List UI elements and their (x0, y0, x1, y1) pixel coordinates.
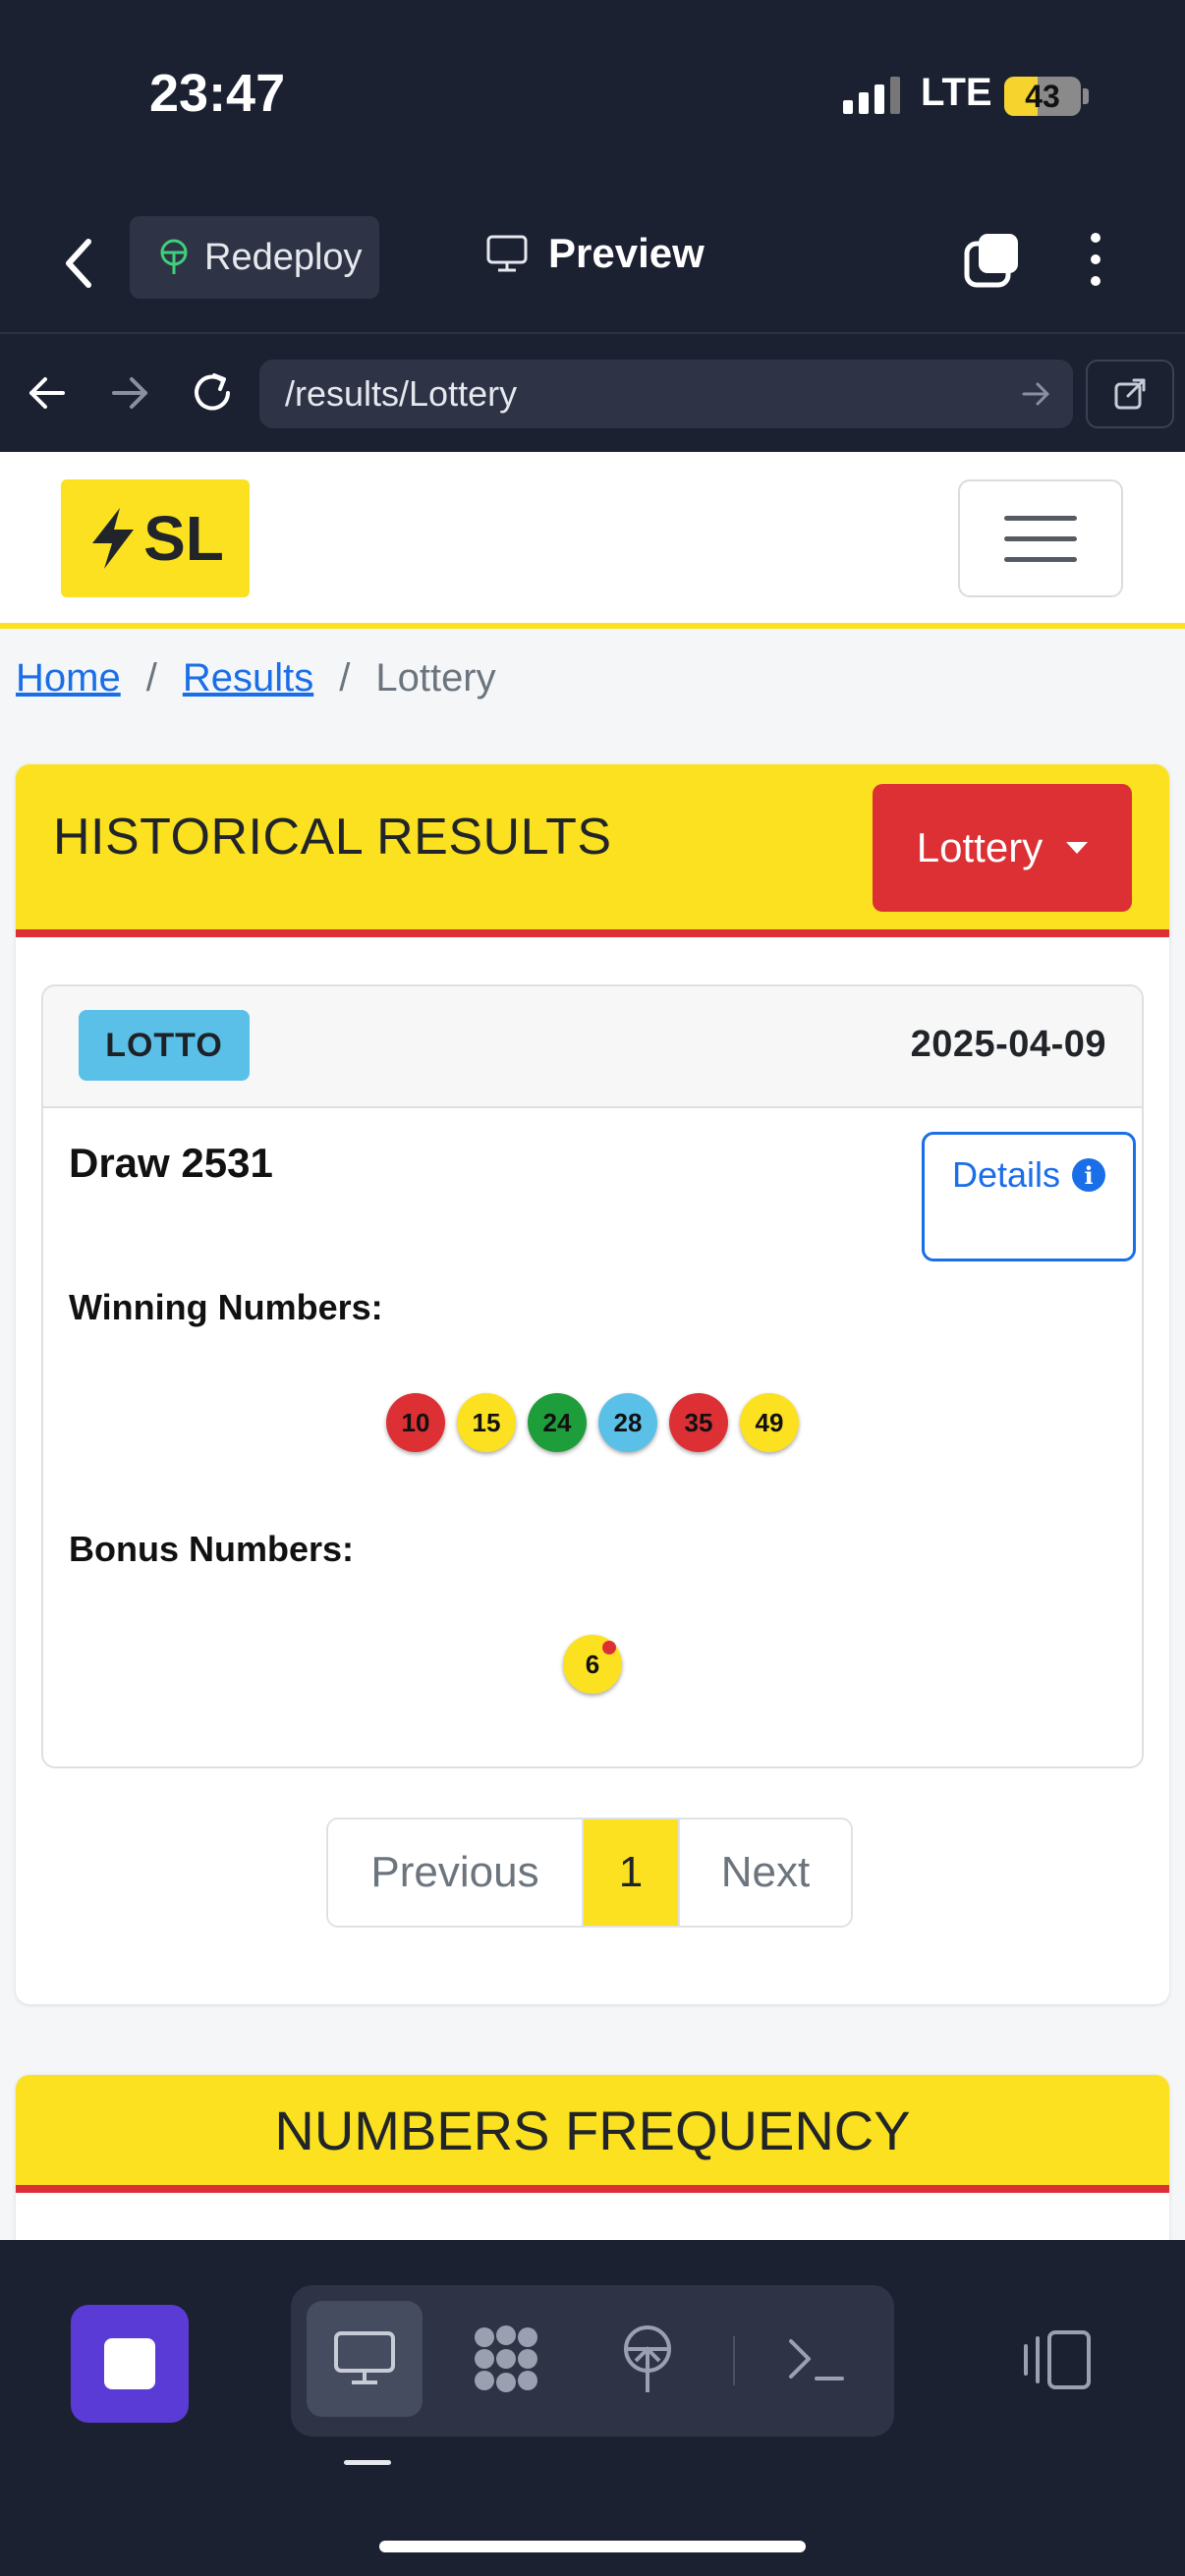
external-link-icon (1114, 378, 1146, 410)
details-label: Details (951, 1154, 1061, 1195)
previous-page-button[interactable]: Previous (328, 1820, 584, 1926)
browser-back-icon[interactable] (24, 369, 71, 417)
lightning-icon (92, 508, 135, 569)
historical-results-card: HISTORICAL RESULTS Lottery LOTTO 2025-04… (16, 764, 1169, 2004)
preview-label: Preview (548, 230, 705, 276)
brand-logo[interactable]: SL (61, 479, 250, 597)
winning-ball: 28 (598, 1393, 657, 1452)
view-switcher (291, 2285, 894, 2436)
battery-icon: 43 (1004, 77, 1081, 116)
current-page-button[interactable]: 1 (584, 1820, 678, 1926)
workflow-view-button[interactable] (448, 2301, 564, 2417)
back-chevron-icon[interactable] (59, 234, 98, 293)
side-panel-icon[interactable] (1018, 2328, 1093, 2391)
bonus-marker-dot (602, 1641, 616, 1654)
numbers-frequency-card: NUMBERS FREQUENCY (16, 2075, 1169, 2240)
winning-ball: 35 (669, 1393, 728, 1452)
draw-title: Draw 2531 (69, 1140, 273, 1186)
winning-numbers: 10 15 24 28 35 49 (43, 1393, 1142, 1452)
info-icon: i (1072, 1158, 1106, 1192)
url-bar: /results/Lottery (0, 334, 1185, 452)
go-arrow-icon[interactable] (1020, 377, 1053, 411)
numbers-frequency-title: NUMBERS FREQUENCY (274, 2099, 911, 2161)
bonus-numbers: 6 (43, 1635, 1142, 1694)
bonus-ball: 6 (563, 1635, 622, 1694)
web-page: SL Home / Results / Lottery HISTORICAL R… (0, 452, 1185, 2240)
winning-ball: 15 (457, 1393, 516, 1452)
site-navbar: SL (0, 452, 1185, 629)
battery-level: 43 (1025, 79, 1060, 114)
preview-tab[interactable]: Preview (485, 230, 705, 277)
cell-signal-icon (843, 77, 900, 114)
url-text: /results/Lottery (285, 373, 518, 414)
caret-down-icon (1066, 842, 1089, 854)
redeploy-icon (160, 239, 188, 274)
bottom-toolbar (0, 2240, 1185, 2576)
active-tab-indicator (344, 2460, 391, 2465)
network-type: LTE (921, 71, 992, 114)
deploy-view-button[interactable] (590, 2301, 705, 2417)
breadcrumb-separator: / (339, 656, 351, 700)
dropdown-label: Lottery (916, 824, 1044, 870)
historical-results-header: HISTORICAL RESULTS Lottery (16, 764, 1169, 937)
winning-ball: 49 (740, 1393, 799, 1452)
winning-numbers-label: Winning Numbers: (69, 1287, 383, 1327)
terminal-icon (789, 2339, 844, 2380)
home-indicator[interactable] (379, 2541, 806, 2552)
nodes-icon (475, 2325, 537, 2392)
pagination: Previous 1 Next (326, 1818, 853, 1928)
monitor-icon (486, 235, 528, 272)
stop-icon (104, 2338, 155, 2389)
reload-icon[interactable] (189, 369, 236, 417)
next-page-button[interactable]: Next (678, 1820, 851, 1926)
brand-text: SL (143, 503, 224, 574)
stop-button[interactable] (71, 2305, 189, 2423)
breadcrumb: Home / Results / Lottery (16, 656, 496, 700)
draw-result-header: LOTTO 2025-04-09 (43, 986, 1142, 1108)
browser-forward-icon[interactable] (106, 369, 153, 417)
battery-tip (1083, 88, 1089, 104)
details-button[interactable]: Details i (922, 1132, 1136, 1261)
menu-toggle-button[interactable] (958, 479, 1123, 597)
tabs-icon[interactable] (963, 230, 1022, 289)
game-badge: LOTTO (79, 1010, 250, 1081)
historical-results-title: HISTORICAL RESULTS (53, 809, 612, 866)
draw-date: 2025-04-09 (910, 1024, 1106, 1065)
status-bar: 23:47 LTE 43 (0, 0, 1185, 187)
breadcrumb-current: Lottery (375, 656, 496, 700)
more-options-icon[interactable] (1081, 230, 1110, 289)
breadcrumb-home-link[interactable]: Home (16, 656, 121, 700)
console-view-button[interactable] (759, 2301, 875, 2417)
redeploy-button[interactable]: Redeploy (130, 216, 379, 299)
lottery-dropdown-button[interactable]: Lottery (873, 784, 1132, 912)
winning-ball: 10 (386, 1393, 445, 1452)
draw-result-card: LOTTO 2025-04-09 Draw 2531 Details i Win… (41, 984, 1144, 1768)
open-external-button[interactable] (1086, 360, 1174, 428)
preview-view-button[interactable] (307, 2301, 423, 2417)
url-input[interactable]: /results/Lottery (259, 360, 1073, 428)
status-time: 23:47 (149, 64, 286, 123)
redeploy-label: Redeploy (204, 236, 363, 278)
breadcrumb-results-link[interactable]: Results (183, 656, 313, 700)
winning-ball: 24 (528, 1393, 587, 1452)
numbers-frequency-header: NUMBERS FREQUENCY (16, 2075, 1169, 2193)
segment-divider (733, 2336, 735, 2385)
monitor-icon (334, 2331, 395, 2384)
deploy-icon (624, 2325, 671, 2392)
breadcrumb-separator: / (145, 656, 157, 700)
bonus-numbers-label: Bonus Numbers: (69, 1529, 355, 1569)
app-toolbar: Redeploy Preview (0, 187, 1185, 334)
